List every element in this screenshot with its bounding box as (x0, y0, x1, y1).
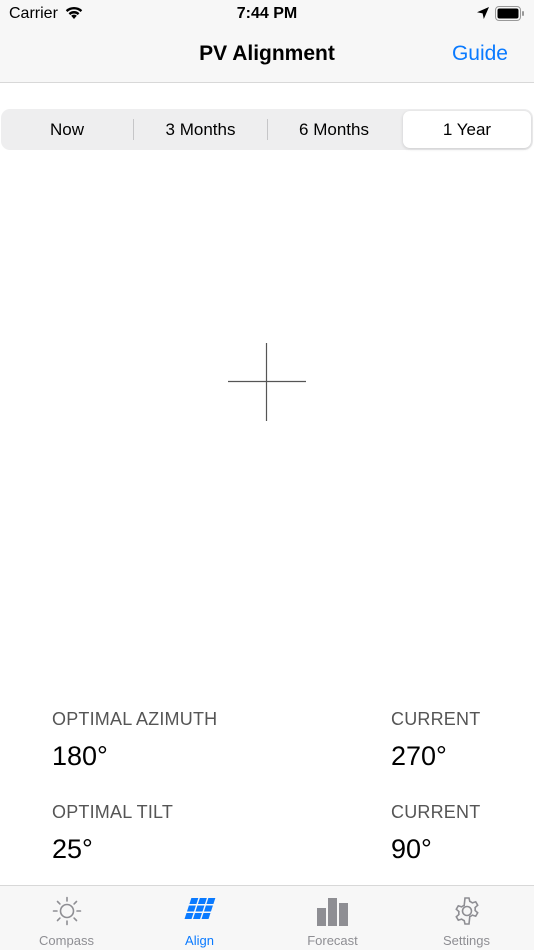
current-tilt-value: 90° (391, 834, 432, 864)
tab-compass-label: Compass (39, 933, 94, 948)
tab-forecast-label: Forecast (307, 933, 358, 948)
battery-icon (495, 6, 525, 26)
bar-chart-icon (316, 896, 350, 931)
status-bar: Carrier 7:44 PM (0, 0, 534, 28)
optimal-tilt-value: 25° (52, 834, 93, 864)
tab-bar: Compass Align Forecast Settings (0, 885, 534, 950)
solar-panel-icon (183, 896, 217, 929)
segment-6-months[interactable]: 6 Months (267, 109, 401, 150)
navigation-bar: PV Alignment Guide (0, 28, 534, 83)
tab-settings[interactable]: Settings (400, 886, 533, 950)
optimal-azimuth-value: 180° (52, 741, 108, 771)
optimal-tilt-label: OPTIMAL TILT (52, 802, 174, 822)
status-time: 7:44 PM (236, 5, 298, 22)
gear-icon (452, 896, 482, 931)
segment-3-months[interactable]: 3 Months (134, 109, 267, 150)
optimal-azimuth-label: OPTIMAL AZIMUTH (52, 709, 218, 729)
period-segmented-control: Now 3 Months 6 Months 1 Year (1, 109, 533, 150)
alignment-crosshair (228, 343, 306, 421)
tab-align[interactable]: Align (133, 886, 266, 950)
current-azimuth-label: CURRENT (391, 709, 481, 729)
tab-align-label: Align (185, 933, 214, 948)
guide-button[interactable]: Guide (452, 42, 508, 66)
tab-settings-label: Settings (443, 933, 490, 948)
tab-forecast[interactable]: Forecast (266, 886, 399, 950)
current-tilt-label: CURRENT (391, 802, 481, 822)
location-arrow-icon (476, 6, 490, 25)
segment-now[interactable]: Now (1, 109, 133, 150)
tab-compass[interactable]: Compass (0, 886, 133, 950)
segment-1-year[interactable]: 1 Year (403, 111, 531, 148)
sun-icon (52, 896, 82, 931)
current-azimuth-value: 270° (391, 741, 447, 771)
